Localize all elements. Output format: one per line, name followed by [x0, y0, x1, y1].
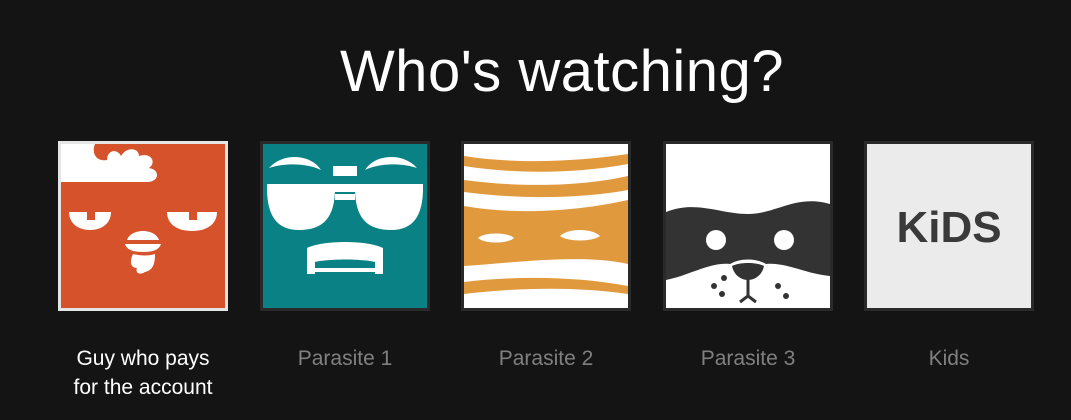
chicken-avatar-icon [61, 144, 225, 308]
profile-name: Parasite 2 [498, 347, 594, 370]
profile-avatar[interactable] [461, 141, 631, 311]
kids-logo-text: KiDS [896, 203, 1001, 252]
profile-parasite-3[interactable]: Parasite 3 [663, 141, 833, 373]
profile-guy-who-pays[interactable]: Guy who pays for the account [58, 141, 228, 402]
profile-parasite-1[interactable]: Parasite 1 [260, 141, 430, 373]
sunglasses-face-avatar-icon [263, 144, 427, 308]
profile-kids[interactable]: KiDS Kids [864, 141, 1034, 373]
profile-name: Parasite 1 [297, 347, 393, 370]
profile-avatar[interactable] [58, 141, 228, 311]
profile-parasite-2[interactable]: Parasite 2 [461, 141, 631, 373]
profile-avatar[interactable]: KiDS [864, 141, 1034, 311]
profile-avatar[interactable] [663, 141, 833, 311]
profile-avatar[interactable] [260, 141, 430, 311]
profile-name: Parasite 3 [700, 347, 796, 370]
page-title: Who's watching? [339, 39, 785, 104]
mummy-avatar-icon [464, 144, 628, 308]
kids-avatar-icon: KiDS [867, 144, 1031, 308]
profile-name: Kids [928, 347, 970, 370]
profile-gate: Who's watching? Guy who pays for the acc… [0, 0, 1071, 420]
raccoon-mask-avatar-icon [666, 144, 830, 308]
profile-name: Guy who pays for the account [73, 347, 213, 399]
